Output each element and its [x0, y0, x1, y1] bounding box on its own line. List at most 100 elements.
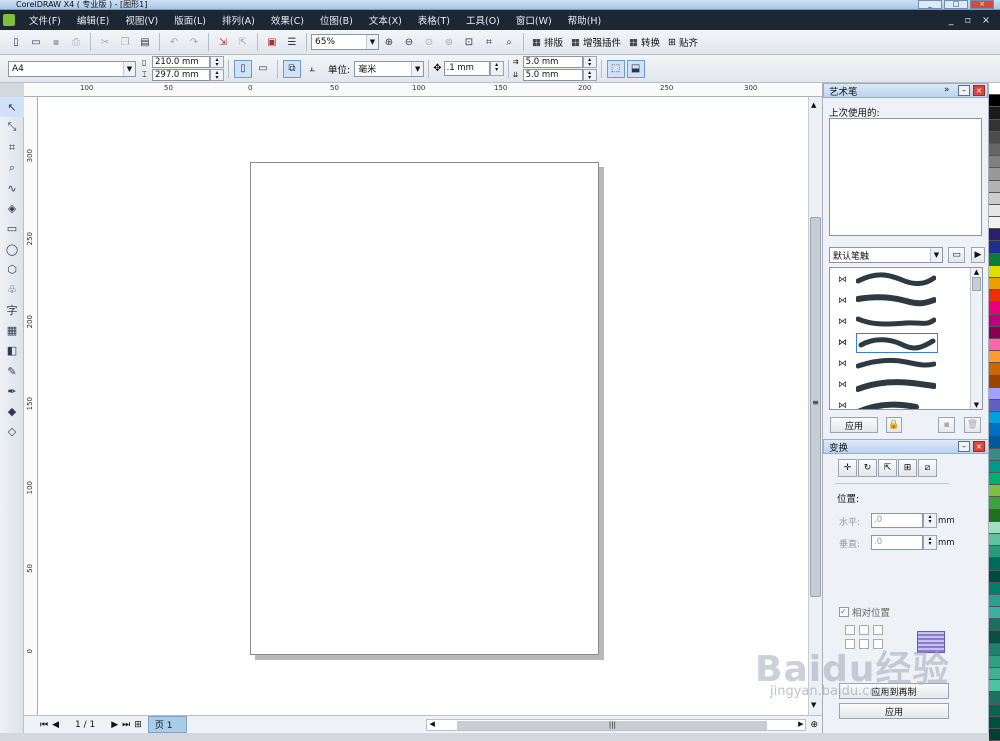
next-page-icon[interactable]: ▶: [111, 720, 118, 730]
color-swatch[interactable]: [989, 558, 1000, 571]
paste-icon[interactable]: ▤: [136, 33, 154, 51]
import-icon[interactable]: ⇲: [214, 33, 232, 51]
recent-strokes-box[interactable]: [829, 118, 982, 236]
scroll-thumb[interactable]: [972, 277, 981, 291]
maximize-button[interactable]: □: [944, 0, 968, 9]
stroke-item[interactable]: ⋈: [838, 291, 942, 311]
text-tool-icon[interactable]: 字: [0, 300, 24, 320]
color-swatch[interactable]: [989, 290, 1000, 303]
color-swatch[interactable]: [989, 655, 1000, 668]
color-swatch[interactable]: [989, 156, 1000, 169]
page-height-field[interactable]: 297.0 mm: [152, 69, 210, 81]
color-swatch[interactable]: [989, 180, 1000, 193]
color-swatch[interactable]: [989, 192, 1000, 205]
anchor-point[interactable]: [873, 625, 883, 635]
last-page-icon[interactable]: ⏭: [122, 720, 130, 730]
color-swatch[interactable]: [989, 473, 1000, 486]
rotate-mode-icon[interactable]: ↻: [858, 459, 877, 477]
menu-effects[interactable]: 效果(C): [263, 13, 312, 27]
color-swatch[interactable]: [989, 265, 1000, 278]
color-swatch[interactable]: [989, 375, 1000, 388]
stroke-item[interactable]: ⋈: [838, 354, 942, 374]
color-swatch[interactable]: [989, 460, 1000, 473]
docker-close-button[interactable]: ×: [973, 85, 985, 96]
draw-on-top-icon[interactable]: ⬓: [626, 59, 645, 78]
table-tool-icon[interactable]: ▦: [0, 320, 24, 340]
color-swatch[interactable]: [989, 668, 1000, 681]
lock-icon[interactable]: 🔒: [886, 417, 902, 433]
scroll-up-icon[interactable]: ▲: [971, 268, 982, 276]
page-width-field[interactable]: 210.0 mm: [152, 56, 210, 68]
color-swatch[interactable]: [989, 95, 1000, 108]
zoom-selected-icon[interactable]: ⊙: [420, 33, 438, 51]
color-swatch[interactable]: [989, 253, 1000, 266]
size-mode-icon[interactable]: ⊞: [898, 459, 917, 477]
color-swatch[interactable]: [989, 436, 1000, 449]
paper-size-select[interactable]: A4 ▼: [8, 60, 136, 77]
shape-tool-icon[interactable]: ⤡: [0, 117, 24, 137]
color-swatch[interactable]: [989, 424, 1000, 437]
doc-window-controls[interactable]: _ ▫ ×: [949, 15, 1000, 26]
outline-pen-icon[interactable]: ✒: [0, 381, 24, 401]
position-mode-icon[interactable]: ✛: [838, 459, 857, 477]
docker-minimize-button[interactable]: –: [958, 441, 970, 452]
color-swatch[interactable]: [989, 107, 1000, 120]
menu-help[interactable]: 帮助(H): [560, 13, 610, 27]
horizontal-ruler[interactable]: 100 50 0 50 100 150 200 250 300: [24, 83, 822, 97]
menu-tools[interactable]: 工具(O): [458, 13, 508, 27]
scale-mode-icon[interactable]: ⇱: [878, 459, 897, 477]
open-folder-icon[interactable]: ▭: [27, 33, 45, 51]
zoom-out-icon[interactable]: ⊖: [400, 33, 418, 51]
zoom-navigator-icon[interactable]: ⊕: [810, 720, 818, 730]
add-page-icon[interactable]: ⊞: [134, 720, 142, 730]
scroll-down-icon[interactable]: ▼: [811, 701, 816, 709]
print-icon[interactable]: ⎙: [67, 33, 85, 51]
redo-icon[interactable]: ↷: [185, 33, 203, 51]
color-swatch[interactable]: [989, 241, 1000, 254]
color-swatch[interactable]: [989, 509, 1000, 522]
color-swatch[interactable]: [989, 83, 1000, 96]
plugin-snap-button[interactable]: ⊞ 贴齐: [668, 35, 698, 50]
vertical-scrollbar[interactable]: ▲ ≡ ▼: [808, 97, 822, 715]
color-swatch[interactable]: [989, 570, 1000, 583]
v-spinner[interactable]: ▴ ▾: [923, 535, 937, 550]
eyedropper-icon[interactable]: ✎: [0, 361, 24, 381]
zoom-all-icon[interactable]: ⊚: [440, 33, 458, 51]
unit-select[interactable]: 毫米 ▼: [354, 60, 425, 77]
nudge-distance-field[interactable]: .1 mm: [443, 61, 490, 76]
color-swatch[interactable]: [989, 728, 1000, 741]
interactive-fill-icon[interactable]: ◇: [0, 422, 24, 442]
landscape-button[interactable]: ▭: [254, 60, 272, 78]
save-icon[interactable]: ▪: [47, 33, 65, 51]
delete-stroke-icon[interactable]: 🗑: [964, 417, 981, 433]
docker-minimize-button[interactable]: –: [958, 85, 970, 96]
color-swatch[interactable]: [989, 399, 1000, 413]
polygon-tool-icon[interactable]: ⬡: [0, 259, 24, 279]
crop-tool-icon[interactable]: ⌗: [0, 138, 24, 158]
color-swatch[interactable]: [989, 448, 1000, 461]
relative-position-checkbox[interactable]: ✓ 相对位置: [839, 605, 890, 619]
color-swatch[interactable]: [989, 485, 1000, 498]
color-swatch[interactable]: [989, 119, 1000, 132]
rectangle-tool-icon[interactable]: ▭: [0, 219, 24, 239]
color-swatch[interactable]: [989, 387, 1000, 400]
zoom-page-icon[interactable]: ⊡: [460, 33, 478, 51]
duplicate-x-field[interactable]: 5.0 mm: [522, 56, 583, 68]
zoom-level-select[interactable]: 65% ▼: [311, 34, 379, 50]
stroke-list[interactable]: ⋈ ⋈ ⋈ ⋈ ⋈ ⋈ ⋈ ▲ ▼: [829, 267, 983, 410]
color-swatch[interactable]: [989, 631, 1000, 644]
stroke-item-selected[interactable]: [856, 333, 938, 353]
pick-tool-icon[interactable]: ↖: [0, 97, 24, 118]
zoom-width-icon[interactable]: ⌗: [480, 33, 498, 51]
color-swatch[interactable]: [989, 521, 1000, 534]
expand-icon[interactable]: »: [944, 85, 950, 95]
treat-as-filled-icon[interactable]: ⬚: [606, 59, 625, 78]
app-launcher-icon[interactable]: ▣: [263, 33, 281, 51]
width-spinner[interactable]: ▴ ▾: [210, 56, 224, 68]
menu-arrange[interactable]: 排列(A): [214, 13, 263, 27]
stroke-item[interactable]: ⋈: [838, 312, 942, 332]
color-swatch[interactable]: [989, 582, 1000, 595]
all-pages-icon[interactable]: ⧉: [283, 59, 301, 78]
menu-window[interactable]: 窗口(W): [508, 13, 560, 27]
freehand-tool-icon[interactable]: ∿: [0, 178, 24, 198]
